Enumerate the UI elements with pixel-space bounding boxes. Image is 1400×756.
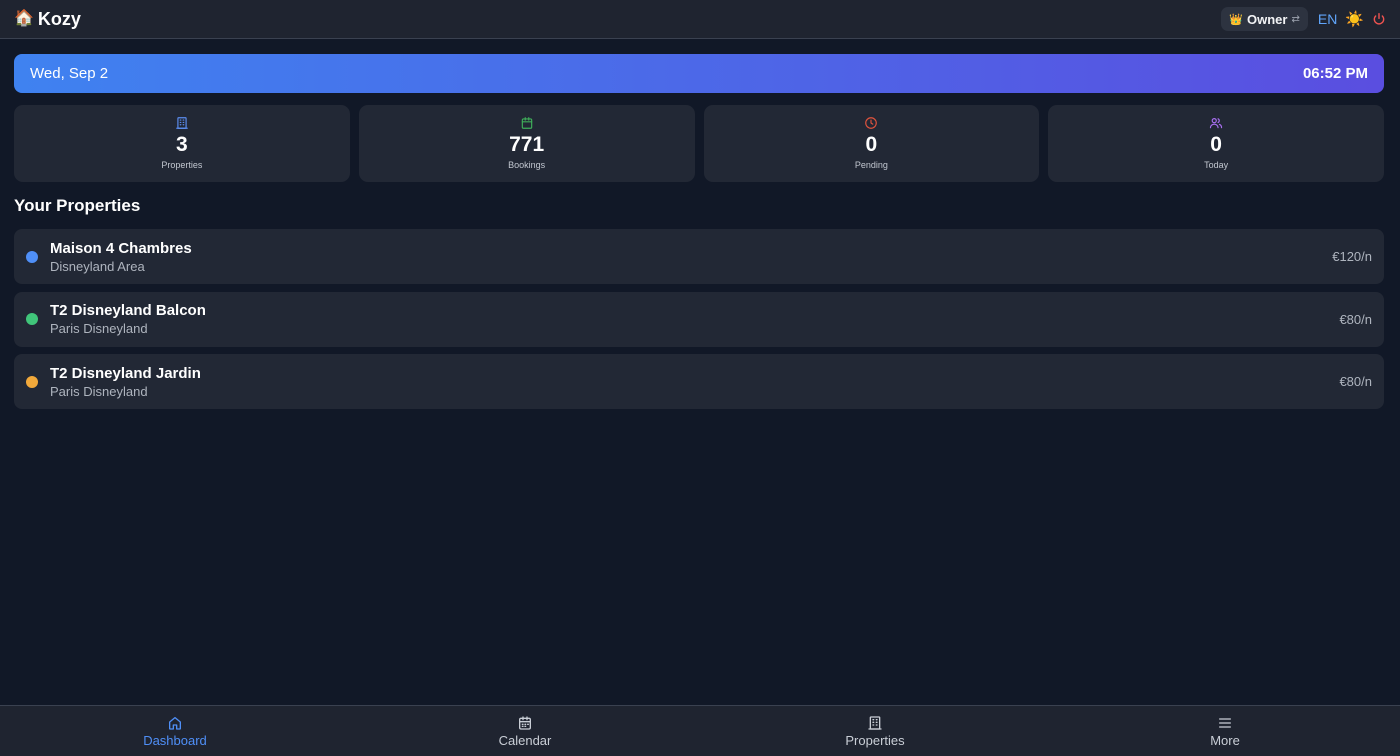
nav-label: Dashboard: [143, 733, 207, 748]
menu-icon: [1219, 718, 1231, 728]
date-time-banner: Wed, Sep 2 06:52 PM: [14, 54, 1384, 93]
property-location: Paris Disneyland: [50, 321, 148, 336]
nav-calendar[interactable]: Calendar: [350, 706, 700, 756]
property-price: €120/n: [1332, 249, 1372, 264]
nav-label: More: [1210, 733, 1240, 748]
building-icon: [868, 716, 882, 730]
property-location: Paris Disneyland: [50, 383, 148, 399]
property-color-dot: [26, 375, 38, 388]
stat-label: Today: [1204, 160, 1229, 170]
property-info: Maison 4 Chambres Disneyland Area: [50, 239, 1332, 275]
nav-more[interactable]: More: [1050, 706, 1400, 756]
language-toggle[interactable]: EN: [1318, 11, 1337, 27]
property-name: T2 Disneyland Jardin: [50, 364, 201, 382]
role-label: Owner: [1247, 11, 1288, 27]
property-price: €80/n: [1339, 374, 1372, 389]
stat-value: 0: [1210, 133, 1222, 156]
app-name: Kozy: [37, 8, 81, 29]
building-icon: [176, 117, 188, 129]
house-icon: 🏠: [14, 10, 34, 27]
property-location: Disneyland Area: [50, 258, 145, 274]
nav-properties[interactable]: Properties: [700, 706, 1050, 756]
property-name: Maison 4 Chambres: [50, 239, 192, 257]
property-info: T2 Disneyland Jardin Paris Disneyland: [50, 364, 1339, 400]
nav-label: Calendar: [498, 733, 552, 748]
stat-card-properties[interactable]: 3 Properties: [14, 105, 350, 182]
role-switch-button[interactable]: 👑 Owner ⇄: [1221, 7, 1308, 31]
section-title: Your Properties: [14, 196, 141, 215]
stat-card-pending[interactable]: 0 Pending: [703, 105, 1040, 182]
property-info: T2 Disneyland Balcon Paris Disneyland: [50, 301, 1339, 337]
stats-row: 3 Properties 771 Bookings 0 Pending 0 To…: [14, 105, 1384, 182]
app-brand[interactable]: 🏠 Kozy: [14, 9, 81, 30]
users-icon: [1210, 118, 1223, 129]
bottom-navigation: Dashboard Calendar Properties More: [0, 705, 1400, 756]
property-item[interactable]: T2 Disneyland Balcon Paris Disneyland €8…: [14, 291, 1384, 347]
stat-card-today[interactable]: 0 Today: [1048, 105, 1384, 182]
clock-icon: [865, 117, 878, 129]
home-icon: [169, 717, 181, 730]
property-color-dot: [26, 313, 38, 325]
nav-dashboard[interactable]: Dashboard: [0, 706, 350, 756]
stat-label: Pending: [854, 160, 888, 170]
theme-toggle-sun-icon[interactable]: ☀️: [1345, 12, 1364, 27]
current-date: Wed, Sep 2: [30, 65, 109, 82]
calendar-icon: [519, 716, 531, 730]
property-name: T2 Disneyland Balcon: [50, 302, 206, 319]
property-list: Maison 4 Chambres Disneyland Area €120/n…: [14, 229, 1384, 417]
logout-power-icon[interactable]: [1372, 12, 1386, 26]
calendar-icon: [521, 117, 532, 129]
top-bar: 🏠 Kozy 👑 Owner ⇄ EN ☀️: [0, 0, 1400, 39]
current-time: 06:52 PM: [1302, 65, 1368, 82]
property-price: €80/n: [1339, 311, 1372, 327]
stat-card-bookings[interactable]: 771 Bookings: [358, 105, 695, 182]
swap-icon: ⇄: [1291, 13, 1300, 25]
stat-label: Properties: [161, 160, 203, 170]
stat-value: 3: [176, 133, 188, 156]
property-item[interactable]: T2 Disneyland Jardin Paris Disneyland €8…: [14, 354, 1384, 409]
crown-icon: 👑: [1229, 13, 1243, 26]
property-color-dot: [26, 250, 38, 263]
stat-value: 771: [509, 133, 545, 156]
top-actions: 👑 Owner ⇄ EN ☀️: [1221, 7, 1386, 31]
nav-label: Properties: [845, 733, 905, 748]
stat-value: 0: [865, 133, 878, 156]
stat-label: Bookings: [508, 160, 546, 170]
property-item[interactable]: Maison 4 Chambres Disneyland Area €120/n: [14, 229, 1384, 284]
